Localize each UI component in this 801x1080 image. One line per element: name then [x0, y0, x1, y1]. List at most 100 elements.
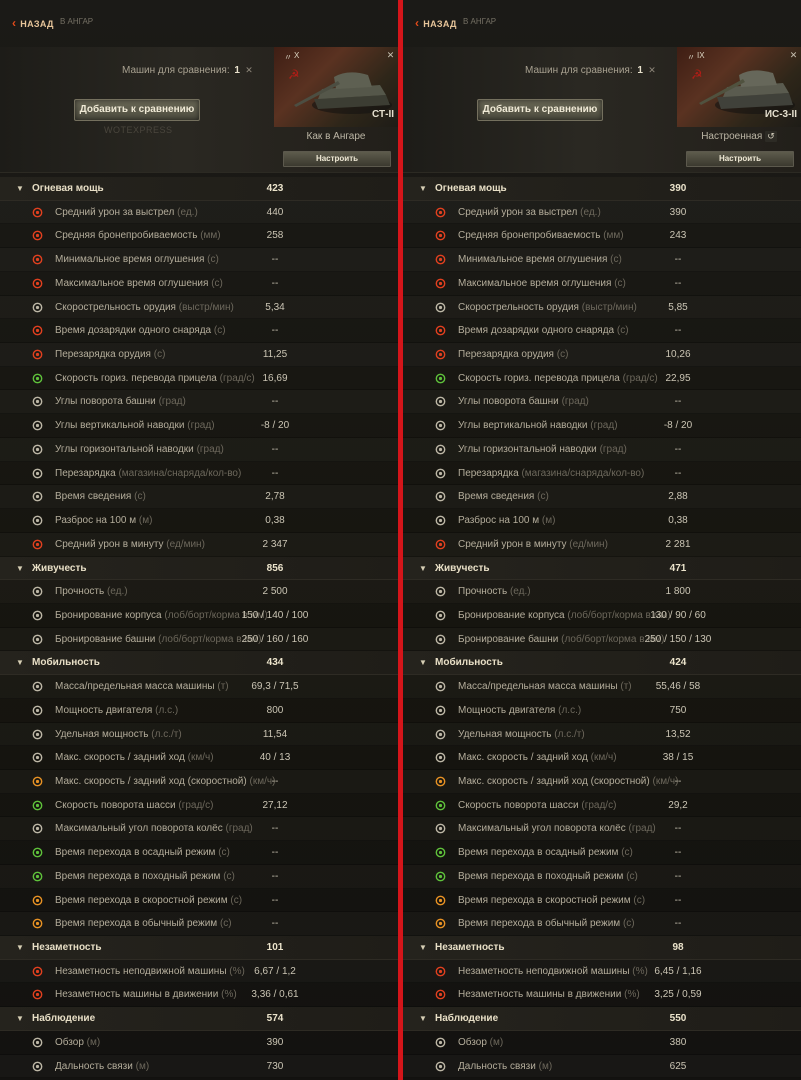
tank-card: ☭ 〃 IX ✕ ИС-3-II Настроенная ↺ Настроить — [677, 47, 801, 173]
stat-value: 3,36 / 0,61 — [251, 989, 299, 1001]
stat-value: 250 / 160 / 160 — [241, 633, 309, 645]
stat-value: -- — [271, 467, 279, 479]
setup-button[interactable]: Настроить — [283, 151, 391, 167]
stat-label: Макс. скорость / задний ход (км/ч) — [458, 752, 617, 763]
section-total: 98 — [672, 942, 684, 953]
tank-card: ☭ 〃 X ✕ СТ-II Как в Ангаре Настроить — [274, 47, 398, 173]
add-to-compare-button[interactable]: Добавить к сравнению — [477, 99, 603, 121]
stat-name: Время перехода в обычный режим — [55, 918, 218, 930]
speed-mode-icon — [434, 775, 447, 788]
setup-button[interactable]: Настроить — [686, 151, 794, 167]
travel-mode-icon — [31, 870, 44, 883]
stat-row: Бронирование корпуса (лоб/борт/корма в м… — [0, 604, 398, 628]
section-header[interactable]: ▼ Наблюдение 550 — [403, 1007, 801, 1031]
reset-config-icon[interactable]: ↺ — [765, 131, 777, 142]
stat-row: Перезарядка орудия (с) 10,26 — [403, 343, 801, 367]
hull-traverse-icon — [31, 799, 44, 812]
stat-name: Углы горизонтальной наводки — [458, 443, 597, 455]
dispersion-icon — [31, 514, 44, 527]
section-header[interactable]: ▼ Огневая мощь 423 — [0, 177, 398, 201]
dispersion-icon — [434, 514, 447, 527]
remove-tank-icon[interactable]: ✕ — [385, 50, 396, 61]
stat-value: -- — [271, 443, 279, 455]
stat-name: Мощность двигателя — [458, 704, 556, 716]
stat-row: Скорость гориз. перевода прицела (град/с… — [403, 367, 801, 391]
stat-name: Время перехода в обычный режим — [458, 918, 621, 930]
stat-value: -- — [674, 325, 682, 337]
stat-value: -- — [674, 894, 682, 906]
hp-icon — [434, 585, 447, 598]
stat-row: Бронирование башни (лоб/борт/корма в мм)… — [0, 628, 398, 652]
turret-armor-icon — [434, 633, 447, 646]
stat-name: Скорость гориз. перевода прицела — [458, 372, 620, 384]
stat-label: Углы горизонтальной наводки (град) — [55, 444, 224, 455]
reload-icon — [434, 348, 447, 361]
tank-class-icon: 〃 — [687, 53, 695, 62]
stat-value: 22,95 — [665, 372, 691, 384]
comparison-panel-left: ‹ НАЗАД В АНГАР Машин для сравнения: 1 ✕ … — [0, 0, 398, 1080]
clear-compare-icon[interactable]: ✕ — [243, 64, 255, 76]
stat-name: Средний урон в минуту — [458, 538, 567, 550]
stat-row: Время перехода в скоростной режим (с) -- — [403, 889, 801, 913]
stat-row: Масса/предельная масса машины (т) 69,3 / … — [0, 675, 398, 699]
stat-row: Скорострельность орудия (выстр/мин) 5,34 — [0, 296, 398, 320]
shell-reload-icon — [31, 324, 44, 337]
stat-name: Удельная мощность — [55, 728, 149, 740]
compare-count-text: Машин для сравнения: 1 — [122, 65, 240, 76]
stat-row: Средний урон в минуту (ед/мин) 2 347 — [0, 533, 398, 557]
section-header[interactable]: ▼ Мобильность 434 — [0, 651, 398, 676]
clear-compare-icon[interactable]: ✕ — [646, 64, 658, 76]
section-header[interactable]: ▼ Живучесть 856 — [0, 556, 398, 581]
stat-unit: (м) — [135, 1060, 150, 1072]
stat-name: Перезарядка — [458, 467, 519, 479]
section-header[interactable]: ▼ Наблюдение 574 — [0, 1007, 398, 1031]
stat-label: Скорость поворота шасси (град/с) — [458, 800, 616, 811]
stat-unit: (л.с./т) — [151, 728, 182, 740]
section-name: Огневая мощь — [32, 183, 104, 194]
stat-label: Масса/предельная масса машины (т) — [55, 681, 229, 692]
section-header[interactable]: ▼ Незаметность 98 — [403, 936, 801, 960]
view-range-icon — [434, 1036, 447, 1049]
back-button[interactable]: ‹ НАЗАД — [415, 16, 457, 30]
remove-tank-icon[interactable]: ✕ — [788, 50, 799, 61]
stat-label: Скорость поворота шасси (град/с) — [55, 800, 213, 811]
section-header[interactable]: ▼ Огневая мощь 390 — [403, 177, 801, 201]
stat-label: Перезарядка (магазина/снаряда/кол-во) — [55, 468, 241, 479]
stat-label: Перезарядка (магазина/снаряда/кол-во) — [458, 468, 644, 479]
back-button[interactable]: ‹ НАЗАД — [12, 16, 54, 30]
stat-unit: (л.с./т) — [554, 728, 585, 740]
stat-row: Средняя бронепробиваемость (мм) 243 — [403, 224, 801, 249]
stat-value: 13,52 — [665, 728, 691, 740]
stat-name: Скорострельность орудия — [55, 301, 176, 313]
section-header[interactable]: ▼ Незаметность 101 — [0, 936, 398, 960]
stat-name: Перезарядка орудия — [458, 349, 554, 361]
stat-value: -- — [271, 847, 279, 859]
stat-unit: (ед/мин) — [166, 538, 205, 550]
stat-row: Макс. скорость / задний ход (скоростной)… — [0, 770, 398, 794]
penetration-icon — [434, 229, 447, 242]
stat-unit: (град) — [590, 420, 618, 432]
stat-row: Скорость поворота шасси (град/с) 29,2 — [403, 794, 801, 818]
stat-label: Время перехода в обычный режим (с) — [458, 918, 635, 929]
stat-row: Разброс на 100 м (м) 0,38 — [403, 509, 801, 533]
section-total: 574 — [266, 1013, 284, 1025]
back-button-label: НАЗАД — [423, 19, 457, 29]
stat-label: Минимальное время оглушения (с) — [458, 254, 622, 265]
stat-value: 440 — [266, 206, 284, 218]
section-header[interactable]: ▼ Живучесть 471 — [403, 556, 801, 581]
stat-name: Скорость поворота шасси — [458, 799, 579, 811]
shell-reload-icon — [434, 324, 447, 337]
stat-value: 625 — [669, 1060, 687, 1072]
elevation-icon — [434, 419, 447, 432]
stat-row: Время дозарядки одного снаряда (с) -- — [0, 319, 398, 344]
section-header[interactable]: ▼ Мобильность 424 — [403, 651, 801, 676]
stat-unit: (м) — [138, 515, 153, 527]
stat-row: Макс. скорость / задний ход (км/ч) 40 / 1… — [0, 746, 398, 770]
stat-label: Максимальное время оглушения (с) — [55, 278, 223, 289]
stat-value: 55,46 / 58 — [655, 681, 701, 693]
add-to-compare-button[interactable]: Добавить к сравнению — [74, 99, 200, 121]
stat-label: Средняя бронепробиваемость (мм) — [458, 230, 624, 241]
stat-name: Минимальное время оглушения — [55, 254, 205, 266]
stat-row: Максимальное время оглушения (с) -- — [0, 272, 398, 296]
elevation-icon — [31, 419, 44, 432]
